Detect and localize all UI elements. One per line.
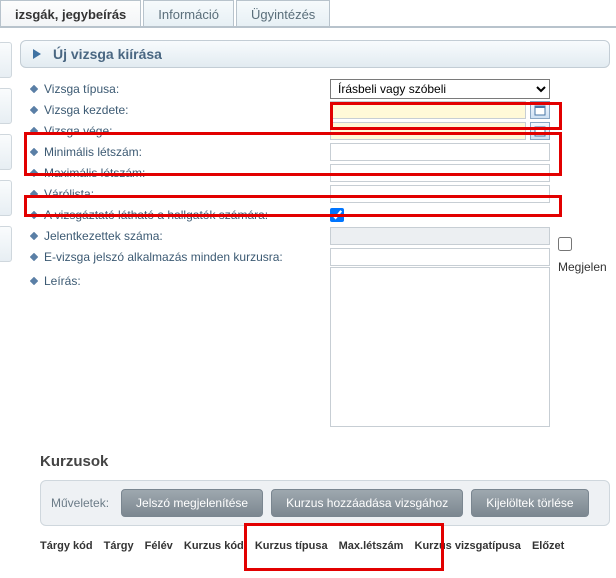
label-text: Jelentkezettek száma: xyxy=(44,226,163,246)
label-text: E-vizsga jelszó alkalmazás minden kurzus… xyxy=(44,247,283,267)
courses-title: Kurzusok xyxy=(40,453,616,470)
side-handle[interactable] xyxy=(0,134,12,170)
megjelen-checkbox[interactable] xyxy=(558,237,572,251)
operations-label: Műveletek: xyxy=(51,496,109,510)
col: Előzet xyxy=(532,540,564,552)
label-text: Leírás: xyxy=(44,271,81,291)
tab-vizsgak[interactable]: izsgák, jegybeírás xyxy=(0,0,141,28)
exam-type-select[interactable]: Írásbeli vagy szóbeli xyxy=(330,79,550,99)
row-description: Leírás: xyxy=(30,267,602,431)
highlight-max-headcount xyxy=(24,195,562,217)
label-exam-type: Vizsga típusa: xyxy=(30,79,330,99)
side-handle[interactable] xyxy=(0,226,12,262)
accordion-header[interactable]: Új vizsga kiírása xyxy=(20,40,610,68)
tab-strip: izsgák, jegybeírás Információ Ügyintézés xyxy=(0,0,616,28)
col: Tárgy kód xyxy=(40,540,93,552)
chevron-right-icon xyxy=(31,48,43,60)
label-text: Vizsga kezdete: xyxy=(44,100,129,120)
delete-selected-button[interactable]: Kijelöltek törlése xyxy=(471,489,588,517)
label-signed: Jelentkezettek száma: xyxy=(30,226,330,246)
workspace: Új vizsga kiírása Vizsga típusa: Írásbel… xyxy=(0,28,616,552)
col: Kurzus kód xyxy=(184,540,244,552)
accordion-title: Új vizsga kiírása xyxy=(53,46,162,62)
exam-create-accordion: Új vizsga kiírása Vizsga típusa: Írásbel… xyxy=(20,40,610,435)
evizsga-password-input[interactable] xyxy=(330,248,550,266)
add-course-button[interactable]: Kurzus hozzáadása vizsgához xyxy=(271,489,463,517)
row-signed: Jelentkezettek száma: xyxy=(30,225,602,246)
side-handle[interactable] xyxy=(0,88,12,124)
col: Félév xyxy=(145,540,173,552)
highlight-add-course xyxy=(244,523,444,571)
label-description: Leírás: xyxy=(30,267,330,291)
diamond-icon xyxy=(30,226,38,246)
row-exam-type: Vizsga típusa: Írásbeli vagy szóbeli xyxy=(30,78,602,99)
diamond-icon xyxy=(30,247,38,267)
signed-count-input xyxy=(330,227,550,245)
diamond-icon xyxy=(30,100,38,120)
show-password-button[interactable]: Jelszó megjelenítése xyxy=(121,489,263,517)
col: Tárgy xyxy=(104,540,134,552)
row-password: E-vizsga jelszó alkalmazás minden kurzus… xyxy=(30,246,602,267)
label-text: Vizsga típusa: xyxy=(44,79,119,99)
highlight-dates xyxy=(24,132,562,176)
side-handles xyxy=(0,42,12,272)
label-password: E-vizsga jelszó alkalmazás minden kurzus… xyxy=(30,247,330,267)
tab-informacio[interactable]: Információ xyxy=(143,0,234,28)
label-exam-start: Vizsga kezdete: xyxy=(30,100,330,120)
diamond-icon xyxy=(30,79,38,99)
highlight-exam-type xyxy=(330,102,562,130)
diamond-icon xyxy=(30,271,38,291)
side-handle[interactable] xyxy=(0,42,12,78)
side-handle[interactable] xyxy=(0,180,12,216)
description-textarea[interactable] xyxy=(330,267,550,427)
operations-bar: Műveletek: Jelszó megjelenítése Kurzus h… xyxy=(40,480,610,526)
tab-ugyintezes[interactable]: Ügyintézés xyxy=(236,0,330,28)
